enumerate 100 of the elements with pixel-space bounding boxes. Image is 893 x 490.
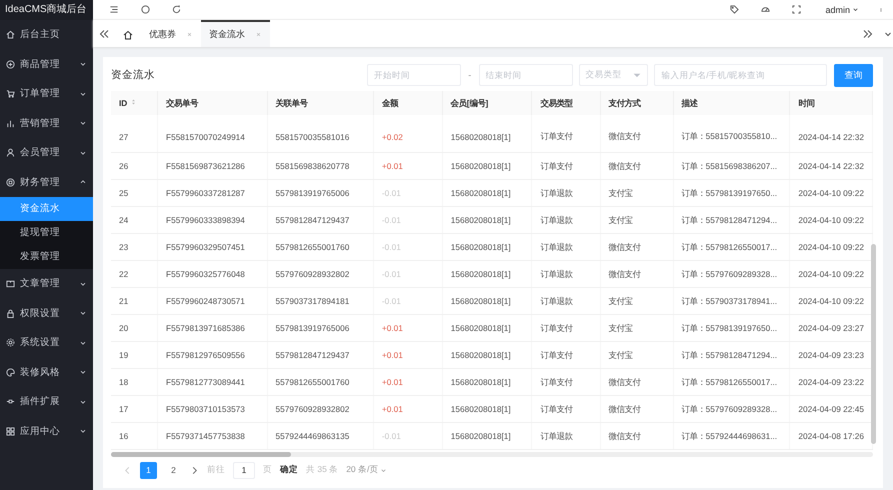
table-cell: 15680208018[1] [442, 314, 532, 342]
sidebar-item[interactable]: 后台主页 [0, 20, 93, 50]
table-cell: 5579760928932802 [267, 396, 374, 422]
caret-icon [79, 309, 87, 318]
menu-icon [109, 5, 119, 14]
sidebar-item[interactable]: 系统设置 [0, 328, 93, 358]
table-cell: 15680208018[1] [442, 368, 532, 396]
table-cell: +0.01 [373, 342, 442, 368]
sidebar-item[interactable]: 权限设置 [0, 298, 93, 328]
table-cell: 5579813919765006 [267, 180, 374, 206]
table-cell: F5581569873621286 [158, 152, 267, 180]
caret-icon [79, 427, 87, 436]
table-cell: 微信支付 [600, 152, 674, 180]
table-cell: 24 [111, 206, 158, 234]
page-tab[interactable]: 资金流水 [201, 20, 270, 47]
table-cell: 微信支付 [600, 422, 674, 450]
app-logo: IdeaCMS商城后台 [0, 0, 93, 20]
table-cell: 15680208018[1] [442, 206, 532, 234]
table-cell: F5581570070249914 [158, 115, 267, 152]
table-cell: 26 [111, 152, 158, 180]
table-cell: 20 [111, 314, 158, 342]
confirm-link[interactable]: 确定 [280, 464, 298, 476]
column-title: ID [119, 98, 128, 108]
table-cell: 15680208018[1] [442, 234, 532, 260]
total-count: 共 35 条 [306, 464, 338, 476]
sidebar-item[interactable]: 会员管理 [0, 138, 93, 168]
table-cell: 订单：55798126550017... [673, 368, 790, 396]
column-header: 关联单号 [267, 91, 374, 115]
gear-icon [6, 338, 15, 348]
user-menu[interactable]: admin [825, 4, 859, 14]
refresh-icon [172, 5, 181, 14]
caret-icon [852, 6, 859, 13]
sidebar-item[interactable]: 营销管理 [0, 108, 93, 138]
search-field[interactable]: 输入用户名/手机/昵称查询 [654, 64, 827, 86]
table-cell: F5579960337281287 [158, 180, 267, 206]
table-cell: 订单支付 [532, 396, 600, 422]
chart-icon [6, 118, 15, 128]
table-cell: 5579812655001760 [267, 234, 374, 260]
table-cell: 订单：55798139197650... [673, 180, 790, 206]
caret-icon [633, 71, 642, 79]
table-cell: 支付宝 [600, 180, 674, 206]
table-cell: 5581570035581016 [267, 115, 374, 152]
table-cell: 15680208018[1] [442, 288, 532, 314]
caret-icon [79, 368, 87, 376]
table-cell: 支付宝 [600, 288, 674, 314]
table-cell: F5579371457753838 [158, 422, 267, 450]
double-chevron-right-icon [863, 28, 873, 38]
sidebar-subitem[interactable]: 提现管理 [0, 221, 93, 245]
range-separator: - [467, 70, 472, 80]
table-cell: 订单支付 [532, 115, 600, 152]
sidebar-item[interactable]: 应用中心 [0, 416, 93, 446]
table-cell: 27 [111, 115, 158, 152]
column-header: 金额 [373, 91, 442, 115]
table-cell: 15680208018[1] [442, 396, 532, 422]
vertical-scrollbar[interactable] [871, 244, 876, 444]
prev-page-icon [123, 466, 132, 474]
table-cell: 订单退款 [532, 180, 600, 206]
end-time-field[interactable]: 结束时间 [478, 64, 573, 86]
table-cell: +0.01 [373, 368, 442, 396]
start-time-field[interactable]: 开始时间 [367, 64, 461, 86]
page-tab[interactable]: 优惠券 [141, 20, 201, 47]
table-cell: 订单：55798139197650... [673, 314, 790, 342]
circle-icon [6, 60, 15, 69]
table-cell: 订单退款 [532, 206, 600, 234]
lock-icon [6, 308, 15, 318]
horizontal-scrollbar[interactable] [111, 452, 873, 457]
table-cell: 15680208018[1] [442, 342, 532, 368]
page-unit-label: 页 [263, 464, 272, 476]
page-input[interactable]: 1 [233, 462, 255, 478]
tag-icon [730, 5, 740, 14]
table-cell: +0.01 [373, 152, 442, 180]
column-header: 会员[编号] [442, 91, 532, 115]
table-cell: 订单支付 [532, 314, 600, 342]
table-cell: 2024-04-10 09:22 [790, 206, 872, 234]
table-cell: 15680208018[1] [442, 180, 532, 206]
column-header: 描述 [673, 91, 790, 115]
caret-icon [79, 60, 87, 68]
grid-icon [6, 426, 15, 436]
double-chevron-left-icon [99, 28, 109, 38]
column-header: 交易类型 [532, 91, 600, 115]
palette-icon [6, 368, 15, 377]
table-cell: 微信支付 [600, 234, 674, 260]
sidebar-item[interactable]: 插件扩展 [0, 387, 93, 416]
table-cell: 订单退款 [532, 288, 600, 314]
sort-icon [130, 98, 137, 106]
column-header[interactable]: ID [111, 91, 158, 115]
sidebar-subitem[interactable]: 发票管理 [0, 245, 93, 269]
table-cell: 5579813919765006 [267, 314, 374, 342]
table-cell: 订单：55790373178941... [673, 288, 790, 314]
sidebar-item[interactable]: 订单管理 [0, 79, 93, 108]
sidebar-item[interactable]: 文章管理 [0, 269, 93, 298]
page-number[interactable]: 2 [165, 462, 182, 478]
table-cell: 订单退款 [532, 234, 600, 260]
table-cell: 5581569838620778 [267, 152, 374, 180]
table-cell: F5579813971685386 [158, 314, 267, 342]
sidebar-item[interactable]: 装修风格 [0, 358, 93, 387]
sidebar-item[interactable]: 财务管理 [0, 168, 93, 197]
sidebar-item[interactable]: 商品管理 [0, 50, 93, 79]
table-cell: 15680208018[1] [442, 260, 532, 288]
table-cell: 支付宝 [600, 314, 674, 342]
